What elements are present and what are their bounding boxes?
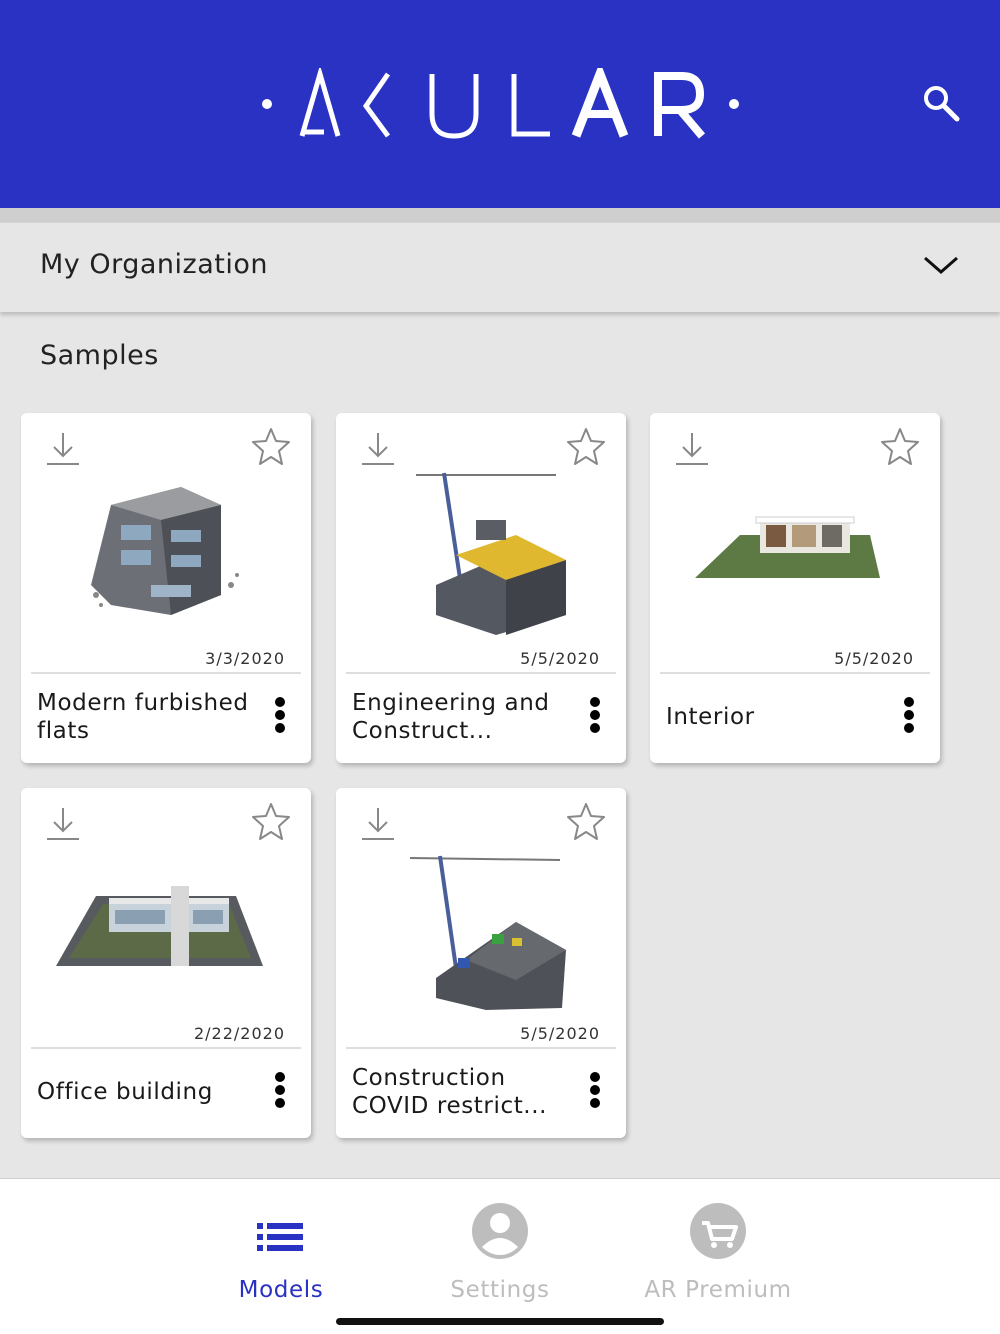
card-divider: [346, 1047, 616, 1049]
download-icon[interactable]: [672, 429, 712, 469]
model-name: Construction COVID restrict...: [352, 1065, 548, 1119]
chevron-down-icon[interactable]: [918, 248, 964, 282]
model-thumbnail: [409, 855, 566, 1010]
download-icon[interactable]: [43, 429, 83, 469]
tab-models-label: Models: [238, 1277, 324, 1303]
model-name: Modern furbished flats: [37, 690, 249, 744]
tab-ar-premium[interactable]: AR Premium: [608, 1197, 828, 1303]
model-name: Office building: [37, 1079, 213, 1105]
download-icon[interactable]: [358, 429, 398, 469]
more-options-icon[interactable]: [584, 695, 606, 735]
model-thumbnail: [416, 472, 566, 635]
list-icon: [257, 1223, 303, 1251]
star-icon[interactable]: [564, 800, 608, 844]
model-thumbnail: [56, 886, 263, 966]
tab-settings[interactable]: Settings: [390, 1197, 610, 1303]
search-button[interactable]: [914, 80, 968, 126]
more-options-icon[interactable]: [269, 1070, 291, 1110]
star-icon[interactable]: [878, 425, 922, 469]
star-icon[interactable]: [249, 800, 293, 844]
cart-icon: [690, 1203, 746, 1259]
model-card[interactable]: 5/5/2020 Construction COVID restrict...: [336, 788, 626, 1138]
model-card[interactable]: 5/5/2020 Engineering and Construct...: [336, 413, 626, 763]
more-options-icon[interactable]: [898, 695, 920, 735]
card-divider: [660, 672, 930, 674]
model-date: 3/3/2020: [205, 649, 285, 668]
model-date: 5/5/2020: [520, 649, 600, 668]
section-title: Samples: [40, 340, 159, 371]
card-divider: [346, 672, 616, 674]
model-date: 5/5/2020: [834, 649, 914, 668]
user-icon: [472, 1203, 528, 1259]
download-icon[interactable]: [43, 804, 83, 844]
header-divider: [0, 208, 1000, 222]
model-date: 2/22/2020: [193, 1024, 285, 1043]
star-icon[interactable]: [564, 425, 608, 469]
organization-label: My Organization: [40, 249, 268, 280]
search-icon: [924, 86, 960, 122]
model-card[interactable]: 3/3/2020 Modern furbished flats: [21, 413, 311, 763]
more-options-icon[interactable]: [269, 695, 291, 735]
organization-selector[interactable]: My Organization: [0, 222, 1000, 312]
star-icon[interactable]: [249, 425, 293, 469]
model-thumbnail: [91, 487, 239, 615]
home-indicator[interactable]: [336, 1318, 664, 1325]
model-thumbnail: [695, 516, 880, 578]
app-header: [0, 0, 1000, 208]
tab-settings-label: Settings: [450, 1277, 550, 1303]
tab-ar-premium-label: AR Premium: [644, 1277, 792, 1303]
bottom-navigation: Models Settings AR Premium: [0, 1178, 1000, 1334]
model-date: 5/5/2020: [520, 1024, 600, 1043]
download-icon[interactable]: [358, 804, 398, 844]
card-divider: [31, 1047, 301, 1049]
model-card[interactable]: 5/5/2020 Interior: [650, 413, 940, 763]
card-divider: [31, 672, 301, 674]
model-card[interactable]: 2/22/2020 Office building: [21, 788, 311, 1138]
model-name: Engineering and Construct...: [352, 690, 550, 744]
akular-logo: [262, 68, 739, 139]
more-options-icon[interactable]: [584, 1070, 606, 1110]
model-name: Interior: [666, 704, 755, 730]
tab-models[interactable]: Models: [171, 1197, 391, 1303]
